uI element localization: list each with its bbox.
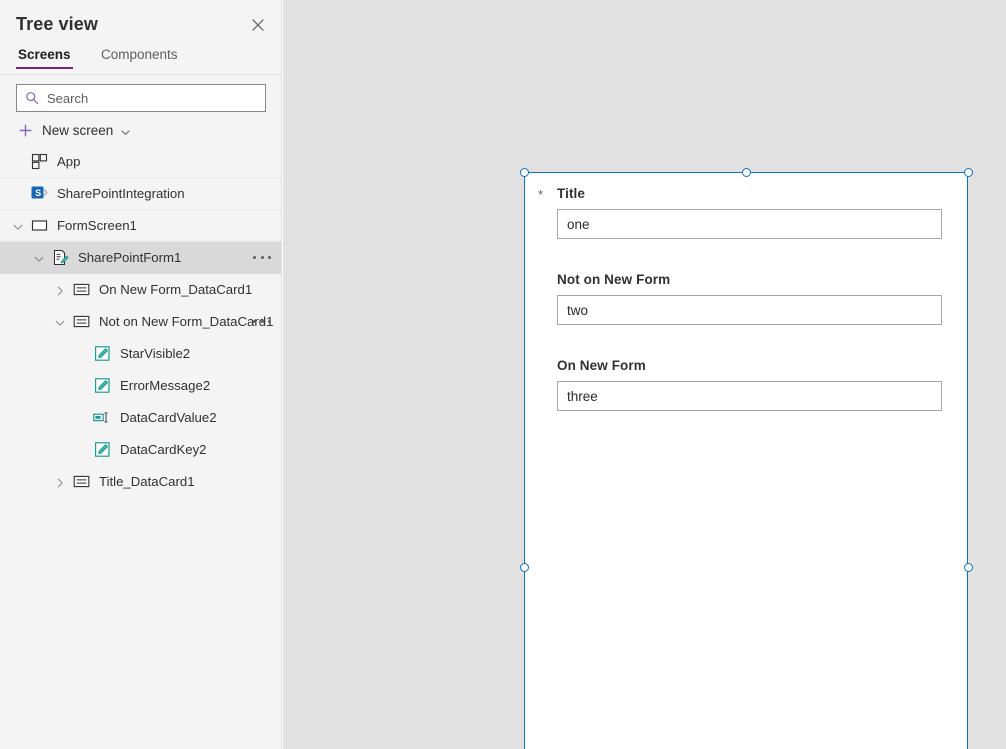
plus-icon — [18, 123, 33, 138]
form-icon — [51, 249, 69, 267]
tree-item-not-on-new-form-datacard1[interactable]: Not on New Form_DataCard1 — [0, 306, 281, 338]
tree-item-label: StarVisible2 — [120, 346, 191, 361]
field-label: Not on New Form — [557, 272, 671, 287]
panel-tabs: Screens Components — [0, 46, 281, 74]
text-input-icon — [93, 409, 111, 427]
tree-item-sharepointform1[interactable]: SharePointForm1 — [0, 242, 281, 274]
field-input[interactable]: one — [557, 209, 942, 239]
tree-item-starvisible2[interactable]: StarVisible2 — [0, 338, 281, 370]
label-pencil-icon — [93, 377, 111, 395]
field-label: On New Form — [557, 358, 646, 373]
tree-item-datacardvalue2[interactable]: DataCardValue2 — [0, 402, 281, 434]
tree-item-on-new-form-datacard1[interactable]: On New Form_DataCard1 — [0, 274, 281, 306]
sharepoint-form-preview[interactable]: * Title one Not on New Form two On New F… — [520, 168, 973, 749]
tree-item-label: Not on New Form_DataCard1 — [99, 314, 274, 329]
app-root: Tree view Screens Components Search New … — [0, 0, 1006, 749]
resize-handle-top-right[interactable] — [964, 168, 973, 177]
tab-divider — [0, 74, 281, 75]
resize-handle-middle-right[interactable] — [964, 563, 973, 572]
tree-item-sharepointintegration[interactable]: S SharePointIntegration — [0, 178, 281, 210]
chevron-right-icon[interactable] — [54, 284, 66, 296]
more-options-icon[interactable] — [253, 315, 271, 329]
tab-screens[interactable]: Screens — [16, 47, 73, 69]
label-pencil-icon — [93, 441, 111, 459]
screens-tree: App S SharePointIntegration FormScreen1 Shar… — [0, 146, 281, 749]
label-pencil-icon — [93, 345, 111, 363]
search-box[interactable] — [16, 84, 266, 112]
tree-item-label: DataCardValue2 — [120, 410, 217, 425]
new-screen-label: New screen — [42, 122, 114, 138]
sharepoint-icon: S — [30, 185, 48, 203]
chevron-down-icon[interactable] — [54, 316, 66, 328]
app-grid-icon — [30, 153, 48, 171]
tree-view-panel: Tree view Screens Components Search New … — [0, 0, 282, 749]
tree-item-app[interactable]: App — [0, 146, 281, 178]
tree-item-title-datacard1[interactable]: Title_DataCard1 — [0, 466, 281, 498]
tree-item-errormessage2[interactable]: ErrorMessage2 — [0, 370, 281, 402]
resize-handle-top-left[interactable] — [520, 168, 529, 177]
more-options-icon[interactable] — [253, 251, 271, 265]
tree-item-formscreen1[interactable]: FormScreen1 — [0, 210, 281, 242]
form-field-not-on-new-form: Not on New Form two — [557, 272, 942, 325]
tab-components[interactable]: Components — [99, 47, 180, 69]
resize-handle-top-center[interactable] — [742, 168, 751, 177]
search-container — [16, 84, 266, 112]
field-input[interactable]: three — [557, 381, 942, 411]
datacard-icon — [72, 313, 90, 331]
panel-header: Tree view — [0, 0, 281, 46]
field-input[interactable]: two — [557, 295, 942, 325]
datacard-icon — [72, 473, 90, 491]
search-input[interactable] — [47, 90, 247, 106]
tree-item-label: FormScreen1 — [57, 218, 137, 233]
screen-icon — [30, 217, 48, 235]
chevron-down-icon[interactable] — [33, 252, 45, 264]
form-field-title: * Title one — [538, 186, 942, 239]
search-icon — [25, 91, 39, 105]
new-screen-button[interactable]: New screen — [18, 120, 131, 140]
chevron-down-icon — [120, 125, 131, 136]
datacard-icon — [72, 281, 90, 299]
resize-handle-middle-left[interactable] — [520, 563, 529, 572]
close-icon[interactable] — [249, 16, 267, 34]
tree-item-label: On New Form_DataCard1 — [99, 282, 253, 297]
app-canvas: * Title one Not on New Form two On New F… — [283, 0, 1006, 749]
tree-item-label: App — [57, 154, 81, 169]
field-label: * Title — [538, 186, 942, 202]
svg-text:S: S — [35, 188, 41, 198]
tree-item-label: DataCardKey2 — [120, 442, 207, 457]
tree-item-label: ErrorMessage2 — [120, 378, 211, 393]
field-label-text: Title — [557, 186, 586, 201]
page-title: Tree view — [16, 14, 98, 34]
required-asterisk: * — [538, 187, 544, 202]
chevron-down-icon[interactable] — [12, 220, 24, 232]
chevron-right-icon[interactable] — [54, 476, 66, 488]
tree-item-datacardkey2[interactable]: DataCardKey2 — [0, 434, 281, 466]
tree-item-label: SharePointIntegration — [57, 186, 185, 201]
tree-item-label: Title_DataCard1 — [99, 474, 195, 489]
tree-item-label: SharePointForm1 — [78, 250, 182, 265]
form-field-on-new-form: On New Form three — [557, 358, 942, 411]
